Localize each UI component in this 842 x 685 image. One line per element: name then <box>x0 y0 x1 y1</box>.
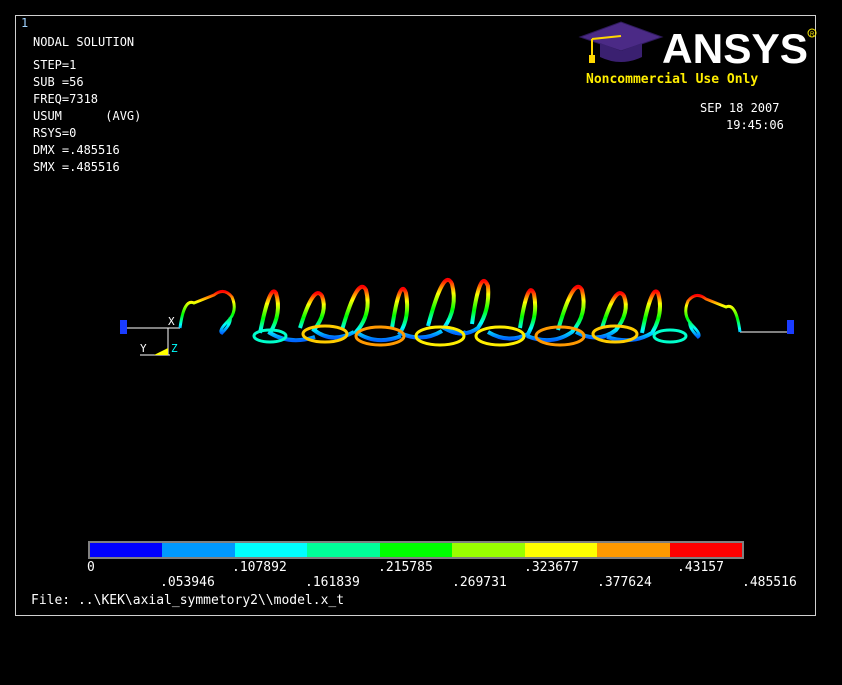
sub-label: SUB =56 <box>33 75 84 89</box>
file-path-label: File: ..\KEK\axial_symmetory2\\model.x_t <box>31 593 345 608</box>
freq-label: FREQ=7318 <box>33 92 99 106</box>
model-viewport: Y Z X <box>120 277 794 356</box>
legend-swatch-3 <box>307 543 380 557</box>
legend-swatch-8 <box>669 543 742 557</box>
contour-legend-bar <box>88 541 744 559</box>
ansys-logo: ANSYS R <box>578 21 817 72</box>
legend-label: .053946 <box>160 575 215 590</box>
legend-swatch-7 <box>597 543 670 557</box>
axis-y-label: Y <box>140 342 147 355</box>
legend-label: .107892 <box>232 560 287 575</box>
legend-label: .485516 <box>742 575 797 590</box>
legend-label: .269731 <box>452 575 507 590</box>
legend-label: .161839 <box>305 575 360 590</box>
legend-swatch-1 <box>162 543 235 557</box>
step-label: STEP=1 <box>33 58 77 72</box>
registered-mark: R <box>810 32 815 38</box>
rsys-label: RSYS=0 <box>33 126 77 140</box>
axis-x-label: X <box>168 315 175 328</box>
legend-swatch-5 <box>452 543 525 557</box>
legend-swatch-2 <box>234 543 308 557</box>
solution-title: NODAL SOLUTION <box>33 35 135 49</box>
legend-label: .43157 <box>677 560 724 575</box>
legend-swatch-6 <box>524 543 598 557</box>
noncommercial-label: Noncommercial Use Only <box>586 72 759 87</box>
ansys-wordmark: ANSYS <box>662 25 808 72</box>
window-number: 1 <box>21 16 29 30</box>
legend-label: .215785 <box>378 560 433 575</box>
legend-label: 0 <box>87 560 95 575</box>
legend-label: .323677 <box>524 560 579 575</box>
date-label: SEP 18 2007 <box>700 101 780 115</box>
time-label: 19:45:06 <box>726 118 784 132</box>
legend-swatch-0 <box>90 543 163 557</box>
dmx-label: DMX =.485516 <box>33 143 120 157</box>
solution-info: NODAL SOLUTION STEP=1 SUB =56 FREQ=7318 … <box>33 34 141 176</box>
smx-label: SMX =.485516 <box>33 160 120 174</box>
legend-label: .377624 <box>597 575 652 590</box>
axis-z-label: Z <box>171 342 178 355</box>
legend-swatch-4 <box>379 543 453 557</box>
usum-label: USUM (AVG) <box>33 109 142 123</box>
